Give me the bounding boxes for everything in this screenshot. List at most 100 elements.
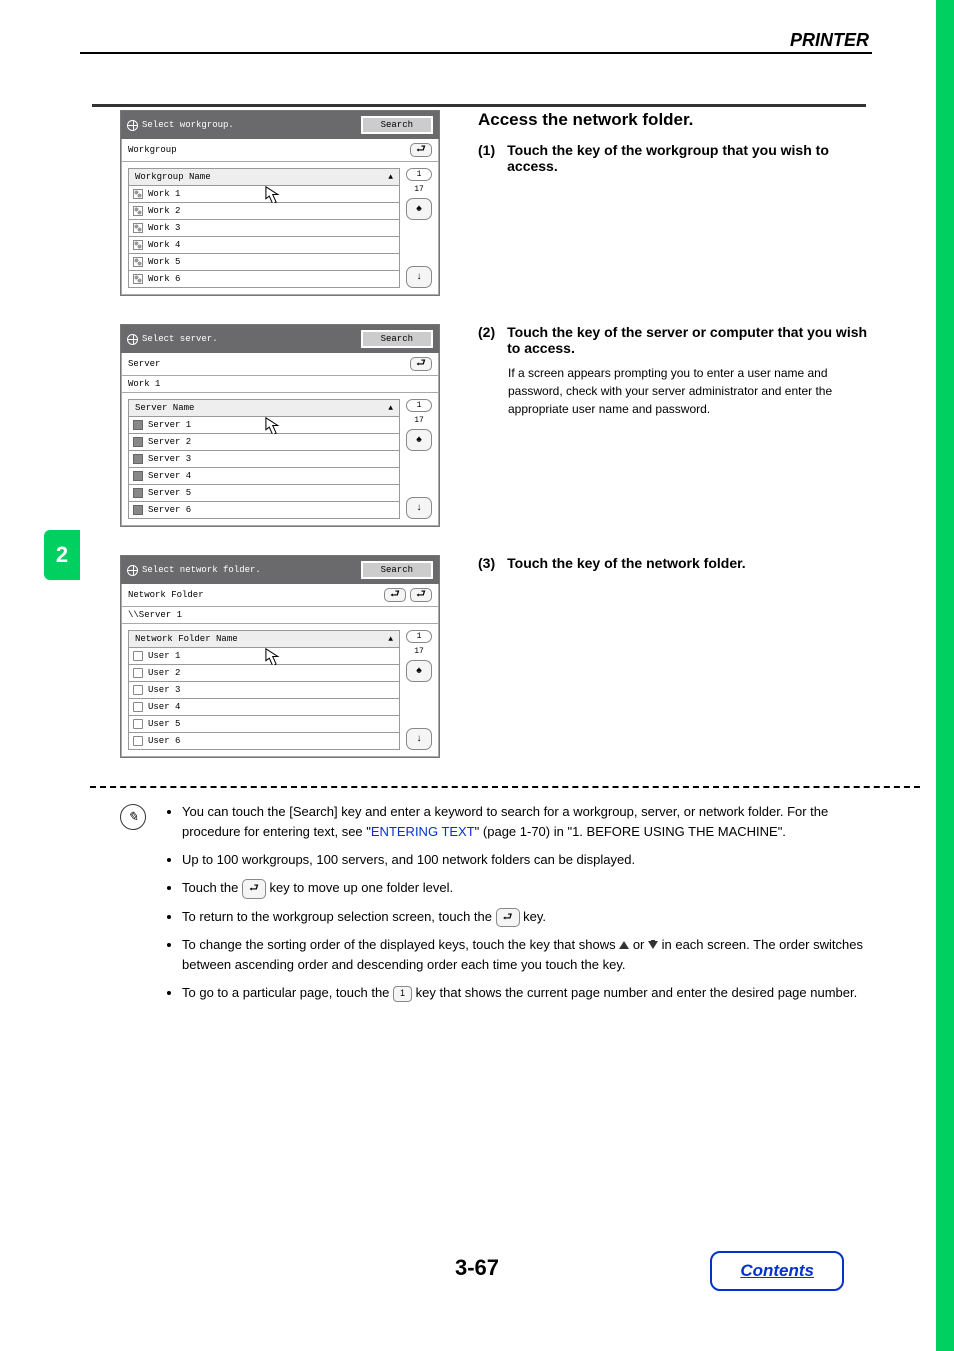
note-icon: ✎	[120, 804, 146, 830]
page-key-icon: 1	[393, 986, 412, 1002]
list-item[interactable]: Server 5	[128, 485, 400, 502]
server-icon	[133, 420, 143, 430]
list-item[interactable]: Work 5	[128, 254, 400, 271]
network-icon	[133, 223, 143, 233]
contents-button[interactable]: Contents	[710, 1251, 844, 1291]
list-item[interactable]: Server 6	[128, 502, 400, 519]
path-row: \\Server 1	[121, 607, 439, 624]
divider	[90, 786, 920, 788]
up-key-icon: ⮐	[242, 879, 266, 898]
breadcrumb: Workgroup	[128, 145, 177, 155]
scroll-up-button[interactable]: ♠	[406, 198, 432, 220]
path-row: Work 1	[121, 376, 439, 393]
page-total: 17	[406, 416, 432, 425]
scroll-down-button[interactable]: ↓	[406, 728, 432, 750]
column-header[interactable]: Server Name ▲	[128, 399, 400, 417]
sort-asc-icon	[619, 941, 629, 949]
up-button[interactable]: ⮐	[410, 588, 432, 602]
list-item[interactable]: Server 4	[128, 468, 400, 485]
folder-icon	[133, 702, 143, 712]
sort-icon: ▲	[388, 173, 393, 182]
list-item[interactable]: Work 2	[128, 203, 400, 220]
breadcrumb-row: Workgroup ⮐	[121, 139, 439, 162]
column-header[interactable]: Workgroup Name ▲	[128, 168, 400, 186]
note-item: Up to 100 workgroups, 100 servers, and 1…	[182, 850, 890, 870]
note-item: Touch the ⮐ key to move up one folder le…	[182, 878, 890, 898]
note-item: You can touch the [Search] key and enter…	[182, 802, 890, 842]
sort-icon: ▲	[388, 404, 393, 413]
link-entering-text[interactable]: ENTERING TEXT	[371, 824, 475, 839]
list-item[interactable]: Server 1	[128, 417, 400, 434]
server-icon	[133, 505, 143, 515]
list-item[interactable]: Server 2	[128, 434, 400, 451]
panel-prompt: Select network folder.	[142, 565, 261, 575]
list-item[interactable]: Work 3	[128, 220, 400, 237]
list-item[interactable]: Work 1	[128, 186, 400, 203]
column-header-label: Network Folder Name	[135, 634, 238, 644]
server-icon	[133, 488, 143, 498]
list-item[interactable]: Work 4	[128, 237, 400, 254]
breadcrumb: Server	[128, 359, 160, 369]
header-title: PRINTER	[790, 30, 869, 51]
breadcrumb: Network Folder	[128, 590, 204, 600]
page-indicator[interactable]: 1	[406, 168, 432, 181]
up-button[interactable]: ⮐	[410, 357, 432, 371]
list-item[interactable]: User 1	[128, 648, 400, 665]
content-rule	[92, 104, 866, 107]
list-item[interactable]: User 2	[128, 665, 400, 682]
home-key-icon: ⮐	[496, 908, 520, 927]
globe-icon	[127, 565, 138, 576]
panel-header: Select network folder. Search	[121, 556, 439, 584]
network-icon	[133, 257, 143, 267]
folder-icon	[133, 685, 143, 695]
panel-prompt: Select workgroup.	[142, 120, 234, 130]
list-item[interactable]: User 4	[128, 699, 400, 716]
column-header[interactable]: Network Folder Name ▲	[128, 630, 400, 648]
network-icon	[133, 206, 143, 216]
note-item: To go to a particular page, touch the 1 …	[182, 983, 890, 1003]
list-item[interactable]: Server 3	[128, 451, 400, 468]
list-item[interactable]: User 6	[128, 733, 400, 750]
breadcrumb-row: Network Folder ⮐ ⮐	[121, 584, 439, 607]
step-subtext: If a screen appears prompting you to ent…	[508, 364, 873, 418]
column-header-label: Server Name	[135, 403, 194, 413]
chapter-tab: 2	[44, 530, 80, 580]
sort-icon: ▲	[388, 635, 393, 644]
network-icon	[133, 189, 143, 199]
breadcrumb-row: Server ⮐	[121, 353, 439, 376]
home-icon: ⮐	[390, 590, 400, 601]
panel-header: Select server. Search	[121, 325, 439, 353]
page-indicator[interactable]: 1	[406, 399, 432, 412]
folder-icon	[133, 736, 143, 746]
panel-workgroup: Select workgroup. Search Workgroup ⮐ Wor…	[120, 110, 440, 296]
step-number: (1)	[478, 142, 495, 174]
home-button[interactable]: ⮐	[384, 588, 406, 602]
folder-icon	[133, 651, 143, 661]
page-total: 17	[406, 647, 432, 656]
list-item[interactable]: User 3	[128, 682, 400, 699]
network-icon	[133, 240, 143, 250]
search-button[interactable]: Search	[361, 330, 433, 348]
scroll-up-button[interactable]: ♠	[406, 429, 432, 451]
folder-icon	[133, 668, 143, 678]
page-indicator[interactable]: 1	[406, 630, 432, 643]
scroll-down-button[interactable]: ↓	[406, 497, 432, 519]
page-total: 17	[406, 185, 432, 194]
sort-desc-icon	[648, 941, 658, 949]
panel-prompt: Select server.	[142, 334, 218, 344]
page-edge-stripe	[936, 0, 954, 1351]
network-icon	[133, 274, 143, 284]
server-icon	[133, 471, 143, 481]
section-heading: Access the network folder.	[478, 110, 873, 130]
list-item[interactable]: Work 6	[128, 271, 400, 288]
search-button[interactable]: Search	[361, 116, 433, 134]
step-text: Touch the key of the workgroup that you …	[507, 142, 873, 174]
scroll-down-button[interactable]: ↓	[406, 266, 432, 288]
scroll-up-button[interactable]: ♠	[406, 660, 432, 682]
list-item[interactable]: User 5	[128, 716, 400, 733]
server-icon	[133, 437, 143, 447]
note-list: You can touch the [Search] key and enter…	[164, 802, 890, 1011]
up-button[interactable]: ⮐	[410, 143, 432, 157]
panel-server: Select server. Search Server ⮐ Work 1 Se…	[120, 324, 440, 527]
search-button[interactable]: Search	[361, 561, 433, 579]
